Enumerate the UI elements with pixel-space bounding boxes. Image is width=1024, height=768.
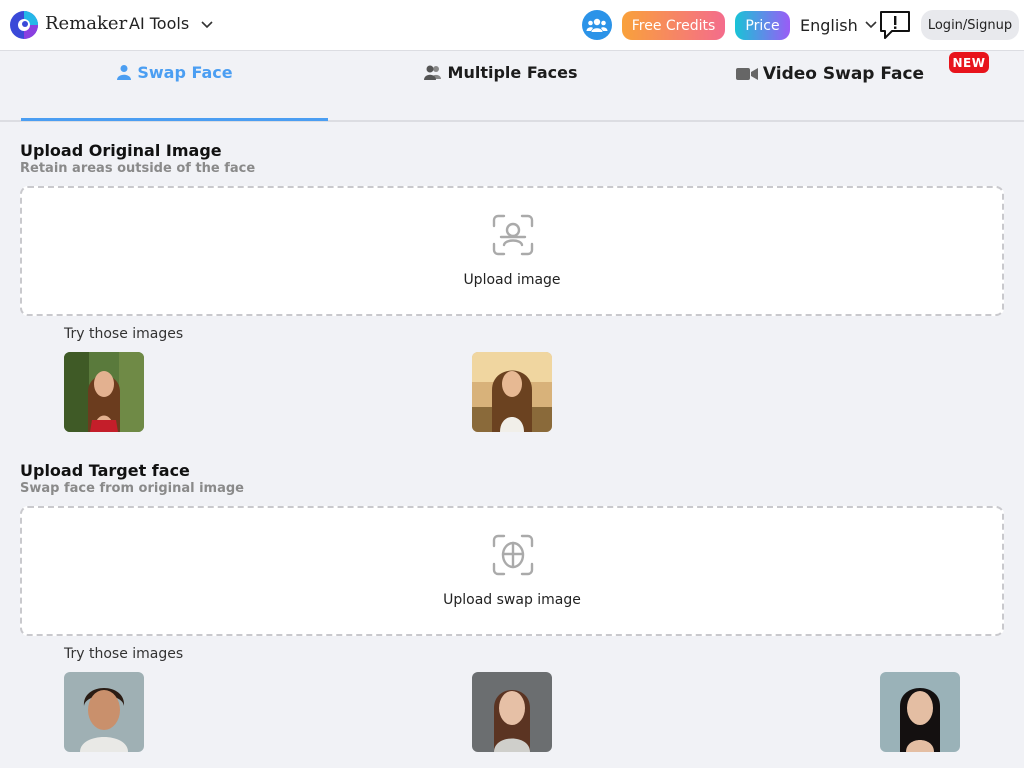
target-upload-dropzone[interactable]: Upload swap image <box>20 506 1004 636</box>
sample-image-woman-forest[interactable] <box>64 352 144 432</box>
users-icon <box>423 65 441 80</box>
new-badge: NEW <box>949 52 989 73</box>
price-button[interactable]: Price <box>735 11 790 40</box>
original-upload-dropzone[interactable]: Upload image <box>20 186 1004 316</box>
target-section-subtitle: Swap face from original image <box>20 481 244 496</box>
face-frame-icon <box>492 534 534 576</box>
try-images-label: Try those images <box>64 326 184 342</box>
community-icon[interactable] <box>582 10 612 40</box>
active-tab-indicator <box>21 118 328 121</box>
tab-label: Multiple Faces <box>447 62 578 82</box>
user-icon <box>117 65 132 80</box>
free-credits-button[interactable]: Free Credits <box>622 11 725 40</box>
sample-face-man[interactable] <box>64 672 144 752</box>
feedback-icon[interactable] <box>878 9 912 41</box>
login-signup-button[interactable]: Login/Signup <box>921 10 1019 40</box>
sample-image-woman-sunset[interactable] <box>472 352 552 432</box>
ai-tools-menu[interactable]: AI Tools <box>129 14 189 33</box>
mode-tabs: Swap Face Multiple Faces Video Swap Face… <box>0 52 1024 122</box>
chevron-down-icon[interactable] <box>864 18 878 32</box>
brand-name[interactable]: Remaker <box>45 13 127 34</box>
try-images-label: Try those images <box>64 646 184 662</box>
sample-face-woman[interactable] <box>472 672 552 752</box>
tab-swap-face[interactable]: Swap Face <box>21 38 328 106</box>
tab-multiple-faces[interactable]: Multiple Faces <box>350 38 650 106</box>
upload-label: Upload image <box>463 272 561 288</box>
original-section-title: Upload Original Image <box>20 141 222 160</box>
original-section-subtitle: Retain areas outside of the face <box>20 161 256 176</box>
language-selector[interactable]: English <box>800 16 858 35</box>
upload-label: Upload swap image <box>443 592 581 608</box>
tab-video-swap-face[interactable]: Video Swap Face <box>680 40 980 108</box>
remaker-logo[interactable] <box>9 10 39 40</box>
video-camera-icon <box>735 68 758 80</box>
tab-label: Swap Face <box>137 62 233 82</box>
chevron-down-icon[interactable] <box>200 18 214 32</box>
target-section-title: Upload Target face <box>20 461 190 480</box>
face-scan-icon <box>492 214 534 256</box>
tab-label: Video Swap Face <box>762 64 925 84</box>
sample-face-asian-woman[interactable] <box>880 672 960 752</box>
